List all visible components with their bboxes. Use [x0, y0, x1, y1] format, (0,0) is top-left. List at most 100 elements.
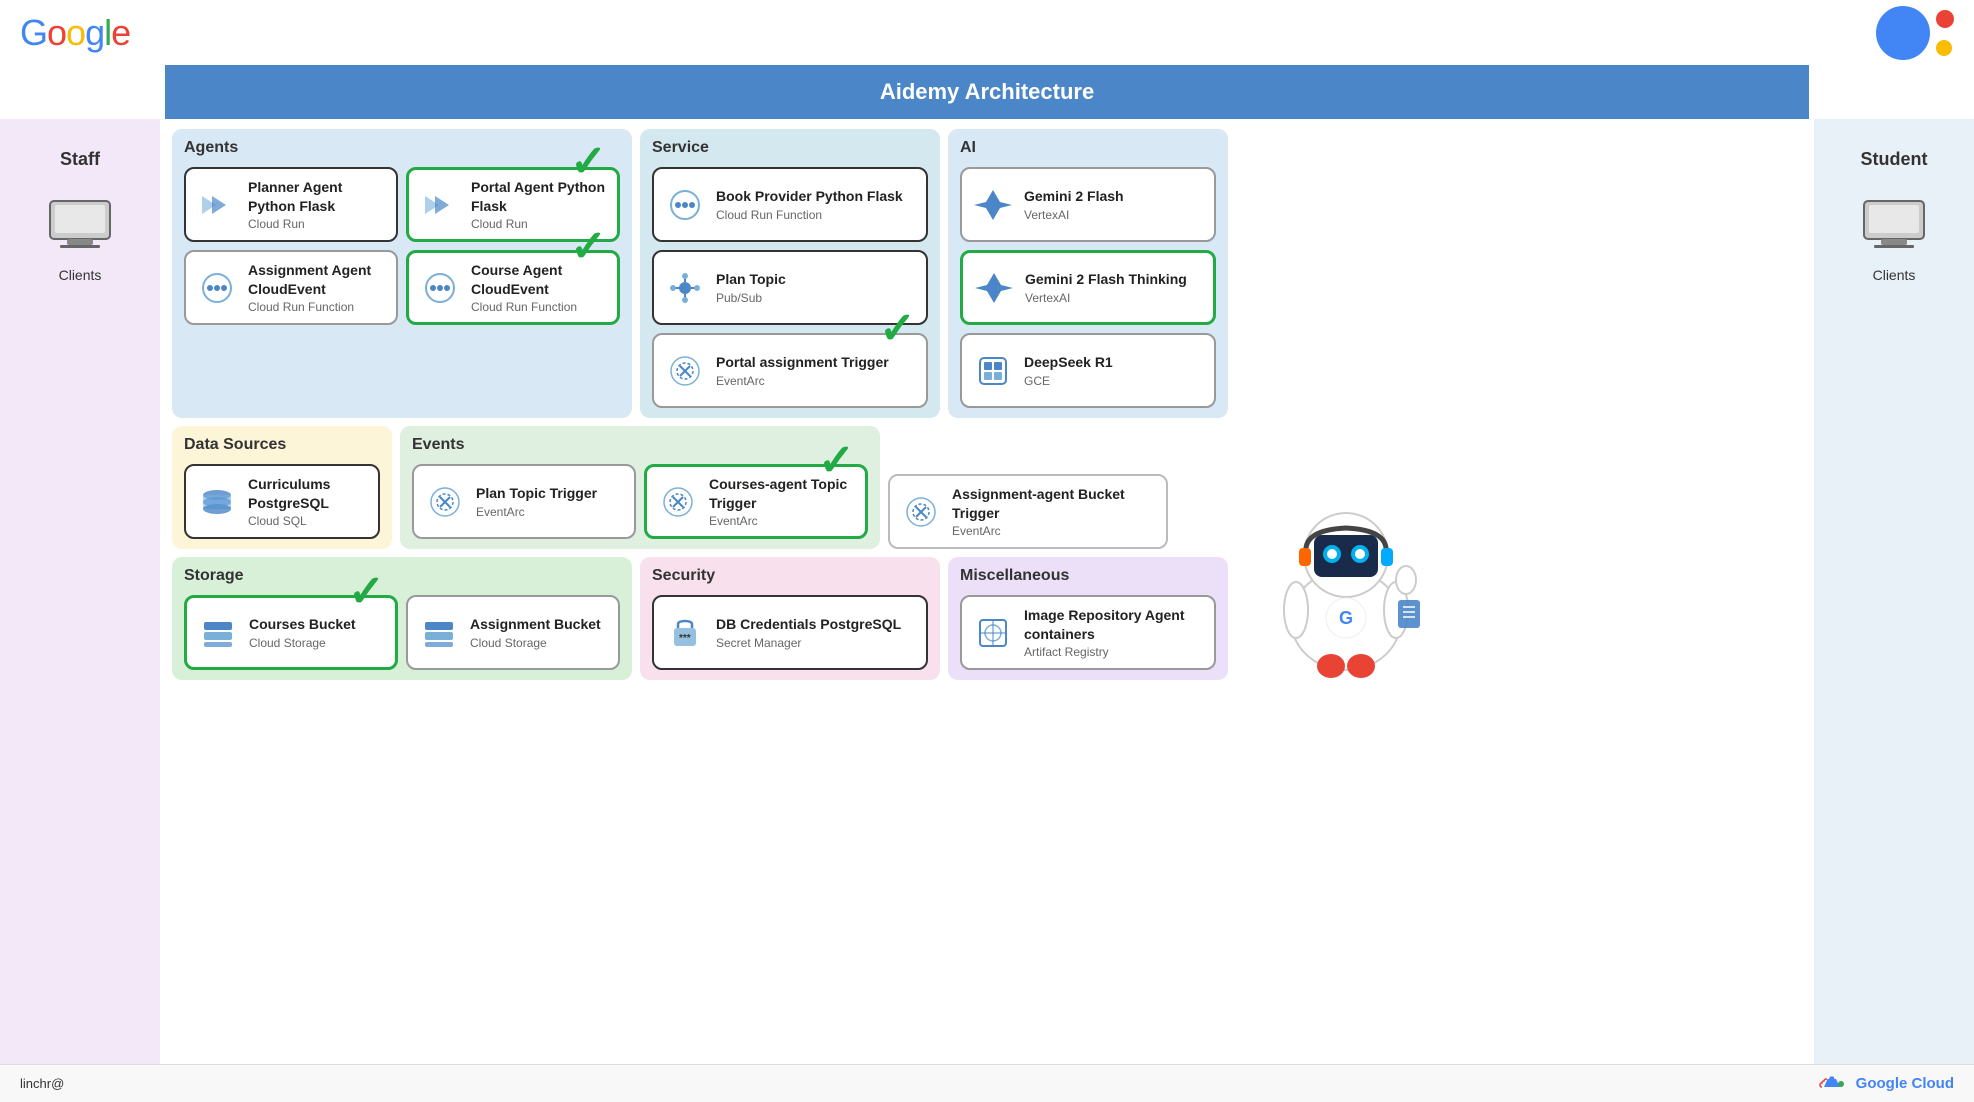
image-repo-sub: Artifact Registry — [1024, 645, 1204, 659]
gemini-flash-title: Gemini 2 Flash — [1024, 187, 1204, 205]
datasources-section: Data Sources Curriculums PostgreSQL Clou… — [172, 426, 392, 549]
agents-title: Agents — [184, 139, 620, 157]
gemini-flash-sub: VertexAI — [1024, 208, 1204, 222]
main-content: Agents Planner Agent Python Flask Clou — [160, 119, 1814, 1064]
service-section: Service Book Provi — [640, 129, 940, 418]
image-repository-card: Image Repository Agent containers Artifa… — [960, 595, 1216, 670]
courses-trigger-sub: EventArc — [709, 514, 855, 528]
gemini-flash-card: Gemini 2 Flash VertexAI — [960, 167, 1216, 242]
course-cloudevent-icon — [419, 267, 461, 309]
svg-text:***: *** — [679, 633, 691, 644]
pubsub-icon — [664, 267, 706, 309]
book-provider-card: Book Provider Python Flask Cloud Run Fun… — [652, 167, 928, 242]
misc-section: Miscellaneous Image Repository Agent con… — [948, 557, 1228, 680]
gemini-thinking-title: Gemini 2 Flash Thinking — [1025, 270, 1203, 288]
courses-bucket-title: Courses Bucket — [249, 615, 385, 633]
assignment-bucket-title: Assignment Bucket — [470, 615, 608, 633]
portal-trigger-sub: EventArc — [716, 374, 916, 388]
robot-area: G — [1236, 557, 1436, 680]
ai-section: AI Gemini 2 Flash VertexAI — [948, 129, 1228, 418]
course-agent-card: Course Agent CloudEvent Cloud Run Functi… — [406, 250, 620, 325]
planner-agent-card: Planner Agent Python Flask Cloud Run — [184, 167, 398, 242]
cloudevent-icon — [196, 267, 238, 309]
assistant-red-dot — [1936, 10, 1954, 28]
deepseek-title: DeepSeek R1 — [1024, 353, 1204, 371]
assignment-bucket-sub: Cloud Storage — [470, 636, 608, 650]
double-arrow-icon — [196, 184, 238, 226]
staff-client-label: Clients — [59, 267, 102, 283]
portal-arrow-icon — [419, 184, 461, 226]
security-section: Security *** DB Credentials PostgreSQL S… — [640, 557, 940, 680]
student-client-label: Clients — [1873, 267, 1916, 283]
plan-trigger-icon — [424, 481, 466, 523]
assignment-agent-card: Assignment Agent CloudEvent Cloud Run Fu… — [184, 250, 398, 325]
architecture-title: Aidemy Architecture — [880, 79, 1094, 104]
portal-trigger-title: Portal assignment Trigger — [716, 353, 916, 371]
deepseek-card: DeepSeek R1 GCE — [960, 333, 1216, 408]
courses-bucket-icon — [197, 612, 239, 654]
service-title: Service — [652, 139, 928, 157]
gemini-thinking-sub: VertexAI — [1025, 291, 1203, 305]
book-provider-icon — [664, 184, 706, 226]
assistant-blue-circle — [1876, 6, 1930, 60]
svg-text:G: G — [1339, 608, 1353, 628]
portal-assignment-trigger-card: Portal assignment Trigger EventArc ✓ — [652, 333, 928, 408]
robot-illustration: G — [1256, 470, 1436, 680]
storage-title: Storage — [184, 567, 620, 585]
cloudsql-icon — [196, 481, 238, 523]
gemini-thinking-card: Gemini 2 Flash Thinking VertexAI — [960, 250, 1216, 325]
gemini-flash-icon — [972, 184, 1014, 226]
courses-bucket-checkmark: ✓ — [348, 570, 385, 614]
course-agent-sub: Cloud Run Function — [471, 300, 607, 314]
db-credentials-title: DB Credentials PostgreSQL — [716, 615, 916, 633]
portal-trigger-checkmark: ✓ — [879, 307, 916, 351]
top-bar: Google — [0, 0, 1974, 65]
book-provider-title: Book Provider Python Flask — [716, 187, 916, 205]
courses-agent-trigger-card: Courses-agent Topic Trigger EventArc ✓ — [644, 464, 868, 539]
plan-trigger-title: Plan Topic Trigger — [476, 484, 624, 502]
sidebar-left: Staff Clients — [0, 119, 160, 1064]
planner-agent-title: Planner Agent Python Flask — [248, 178, 386, 214]
course-agent-checkmark: ✓ — [570, 225, 607, 269]
gemini-thinking-icon — [973, 267, 1015, 309]
curriculums-title: Curriculums PostgreSQL — [248, 475, 368, 511]
courses-bucket-sub: Cloud Storage — [249, 636, 385, 650]
courses-trigger-icon — [657, 481, 699, 523]
events-title: Events — [412, 436, 868, 454]
assignment-bucket-card: Assignment Bucket Cloud Storage — [406, 595, 620, 670]
planner-agent-sub: Cloud Run — [248, 217, 386, 231]
deepseek-sub: GCE — [1024, 374, 1204, 388]
ai-title: AI — [960, 139, 1216, 157]
assignment-agent-title: Assignment Agent CloudEvent — [248, 261, 386, 297]
student-client-icon — [1859, 196, 1929, 251]
google-logo: Google — [20, 12, 130, 54]
assignment-bucket-icon — [418, 612, 460, 654]
security-title: Security — [652, 567, 928, 585]
plan-trigger-sub: EventArc — [476, 505, 624, 519]
secret-manager-icon: *** — [664, 612, 706, 654]
plan-topic-title: Plan Topic — [716, 270, 916, 288]
footer-user: linchr@ — [20, 1076, 64, 1091]
image-repo-title: Image Repository Agent containers — [1024, 606, 1204, 642]
portal-trigger-icon — [664, 350, 706, 392]
courses-trigger-checkmark: ✓ — [818, 439, 855, 483]
student-label: Student — [1861, 149, 1928, 170]
curriculums-card: Curriculums PostgreSQL Cloud SQL — [184, 464, 380, 539]
misc-title: Miscellaneous — [960, 567, 1216, 585]
book-provider-sub: Cloud Run Function — [716, 208, 916, 222]
agents-section: Agents Planner Agent Python Flask Clou — [172, 129, 632, 418]
google-cloud-icon — [1816, 1071, 1848, 1097]
assignment-trigger-icon — [900, 491, 942, 533]
google-cloud-logo: Google Cloud — [1816, 1071, 1954, 1097]
assignment-trigger-title: Assignment-agent Bucket Trigger — [952, 485, 1156, 521]
artifact-registry-icon — [972, 612, 1014, 654]
google-cloud-text: Google Cloud — [1856, 1075, 1954, 1092]
portal-agent-checkmark: ✓ — [570, 140, 607, 184]
courses-bucket-card: Courses Bucket Cloud Storage ✓ — [184, 595, 398, 670]
deepseek-icon — [972, 350, 1014, 392]
sidebar-right: Student Clients — [1814, 119, 1974, 1064]
staff-label: Staff — [60, 149, 100, 170]
footer: linchr@ Google Cloud — [0, 1064, 1974, 1102]
db-credentials-card: *** DB Credentials PostgreSQL Secret Man… — [652, 595, 928, 670]
title-bar: Aidemy Architecture — [165, 65, 1809, 119]
